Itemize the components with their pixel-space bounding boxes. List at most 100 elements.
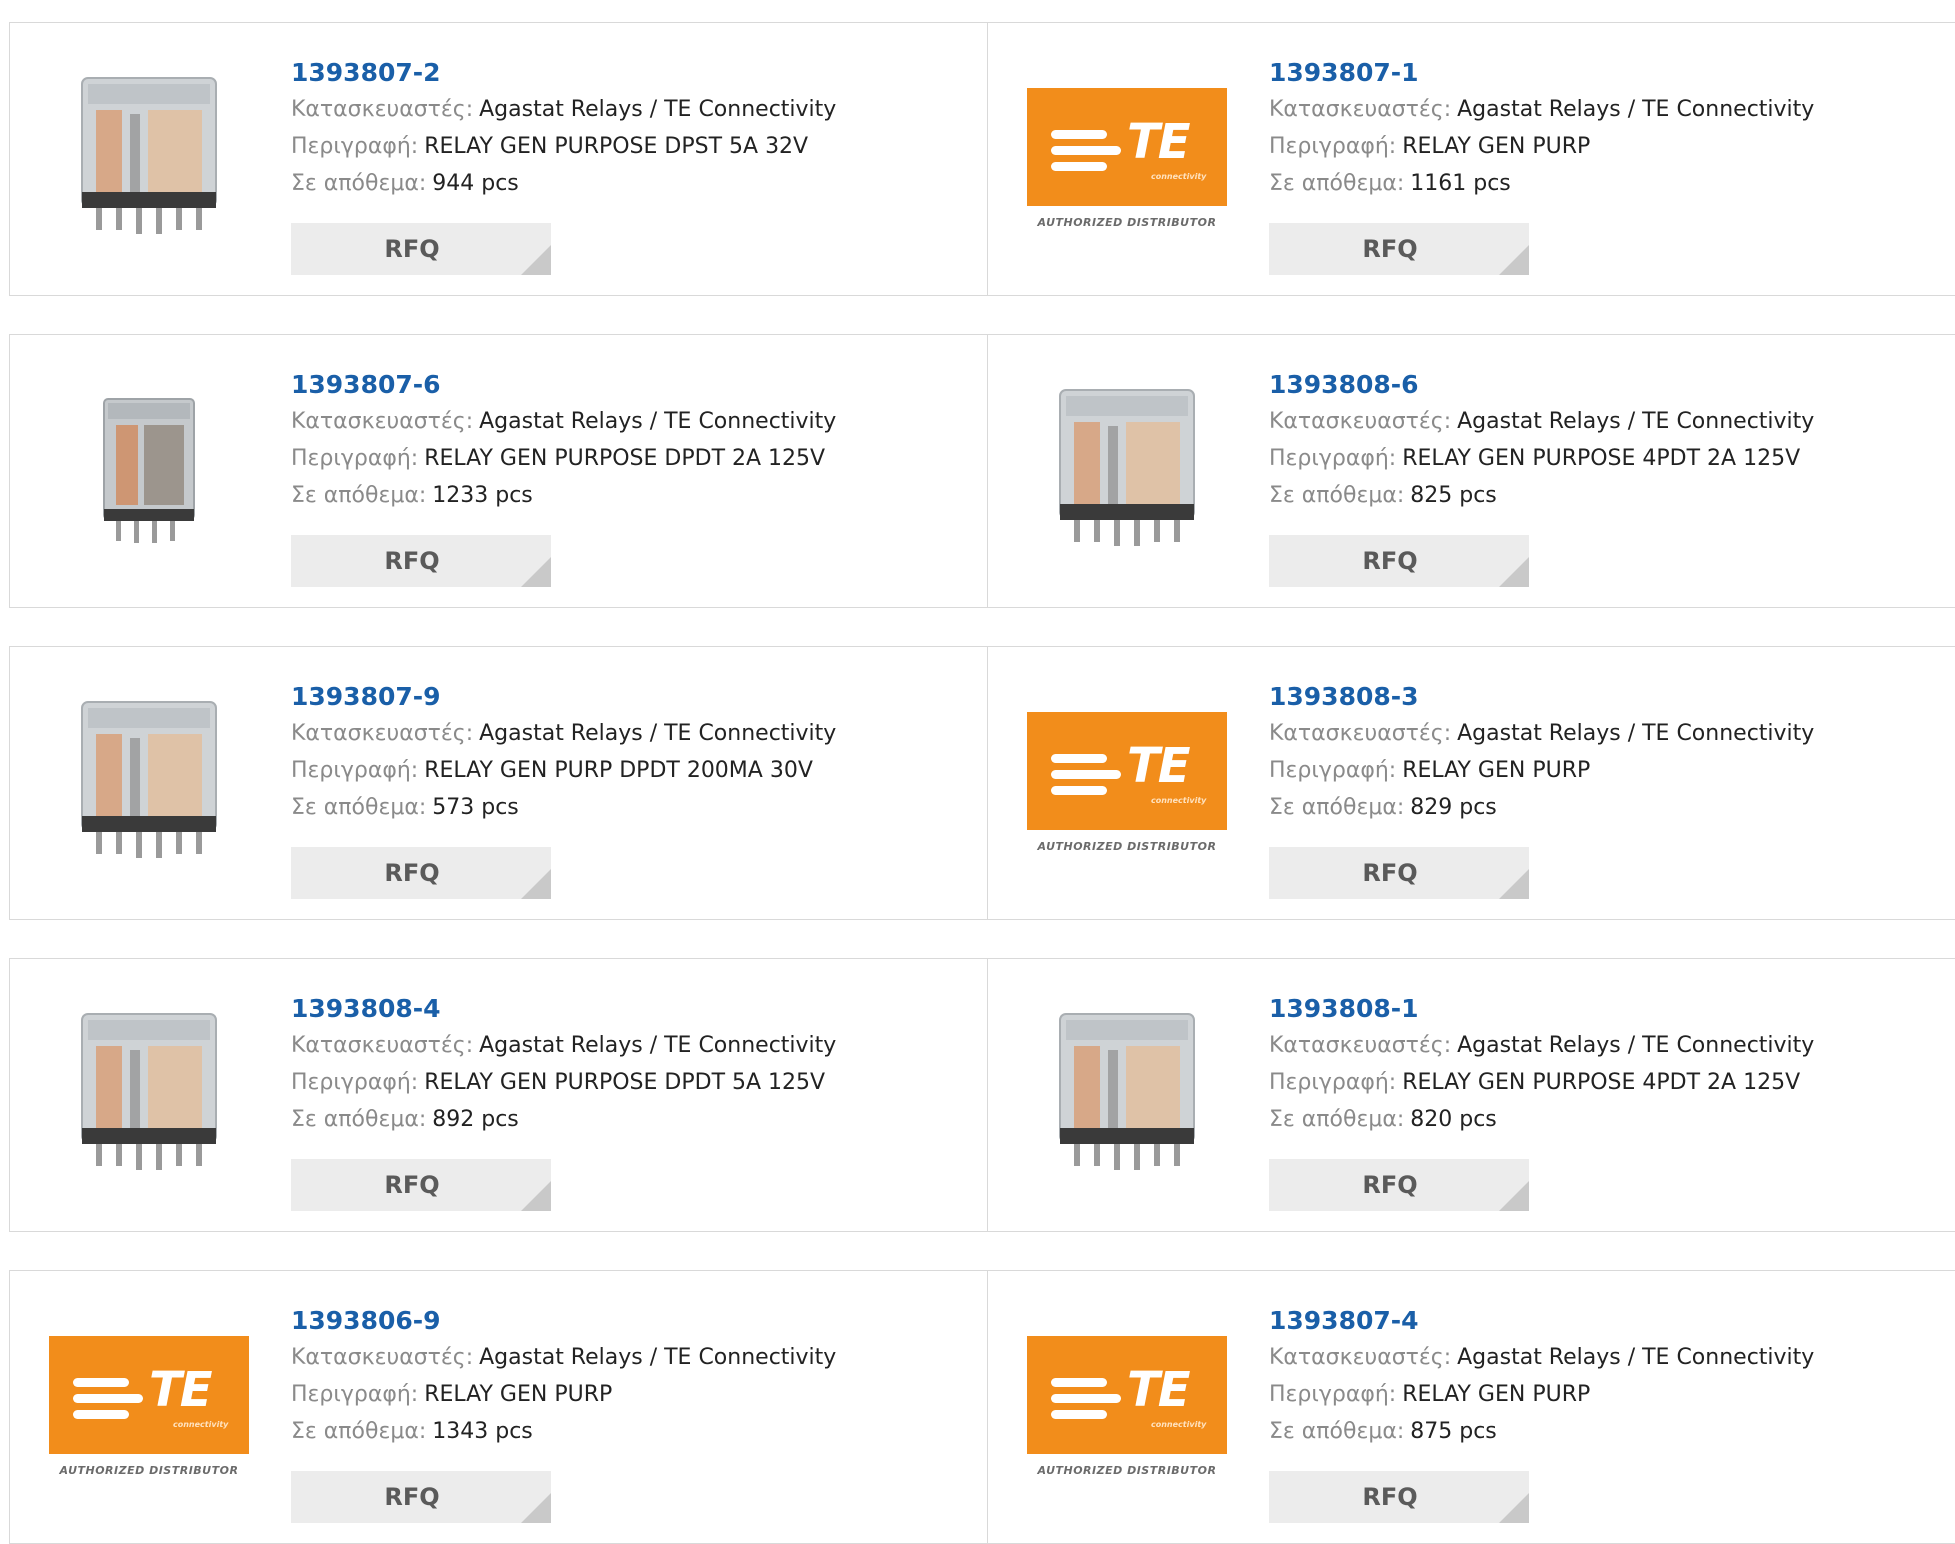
stock-label: Σε απόθεμα:: [291, 1419, 427, 1444]
stock-value: 892 pcs: [432, 1107, 519, 1132]
te-logo: TE connectivity AUTHORIZED DISTRIBUTOR: [1027, 1336, 1227, 1477]
product-card: TE connectivity AUTHORIZED DISTRIBUTOR 1…: [987, 647, 1955, 919]
manufacturer-value: Agastat Relays / TE Connectivity: [1457, 1033, 1815, 1058]
product-thumbnail[interactable]: [1027, 378, 1227, 563]
stock-value: 875 pcs: [1410, 1419, 1497, 1444]
manufacturer-value: Agastat Relays / TE Connectivity: [479, 97, 837, 122]
stock-value: 1233 pcs: [432, 483, 533, 508]
manufacturer-line: Κατασκευαστές: Agastat Relays / TE Connec…: [1269, 403, 1814, 440]
product-thumbnail[interactable]: [49, 378, 249, 563]
part-number-link[interactable]: 1393807-2: [291, 55, 836, 91]
manufacturer-value: Agastat Relays / TE Connectivity: [1457, 97, 1815, 122]
product-card: TE connectivity AUTHORIZED DISTRIBUTOR 1…: [987, 1271, 1955, 1543]
description-label: Περιγραφή:: [291, 134, 419, 159]
rfq-button[interactable]: RFQ: [291, 847, 551, 899]
description-line: Περιγραφή: RELAY GEN PURP: [1269, 128, 1814, 165]
rfq-button[interactable]: RFQ: [291, 1159, 551, 1211]
rfq-button[interactable]: RFQ: [291, 1471, 551, 1523]
te-logo: TE connectivity AUTHORIZED DISTRIBUTOR: [49, 1336, 249, 1477]
product-info: 1393808-3 Κατασκευαστές: Agastat Relays /…: [1269, 679, 1814, 826]
product-info: 1393807-4 Κατασκευαστές: Agastat Relays /…: [1269, 1303, 1814, 1450]
manufacturer-line: Κατασκευαστές: Agastat Relays / TE Connec…: [1269, 715, 1814, 752]
product-row: 1393807-6 Κατασκευαστές: Agastat Relays /…: [9, 334, 1955, 608]
product-info: 1393806-9 Κατασκευαστές: Agastat Relays /…: [291, 1303, 836, 1450]
te-logo-box: TE connectivity: [1027, 712, 1227, 830]
product-thumbnail[interactable]: [1027, 1002, 1227, 1187]
corner-triangle-icon: [521, 557, 551, 587]
stock-value: 820 pcs: [1410, 1107, 1497, 1132]
te-brand-text: TE: [1127, 1362, 1191, 1418]
rfq-button[interactable]: RFQ: [291, 223, 551, 275]
stock-label: Σε απόθεμα:: [291, 483, 427, 508]
description-value: RELAY GEN PURP: [1402, 758, 1591, 783]
product-thumbnail[interactable]: TE connectivity AUTHORIZED DISTRIBUTOR: [1027, 690, 1227, 875]
product-thumbnail[interactable]: TE connectivity AUTHORIZED DISTRIBUTOR: [49, 1314, 249, 1499]
corner-triangle-icon: [521, 869, 551, 899]
stock-line: Σε απόθεμα: 1161 pcs: [1269, 165, 1814, 202]
part-number-link[interactable]: 1393807-6: [291, 367, 836, 403]
part-number-link[interactable]: 1393807-1: [1269, 55, 1814, 91]
description-label: Περιγραφή:: [291, 758, 419, 783]
description-value: RELAY GEN PURP: [424, 1382, 613, 1407]
relay-icon: [81, 700, 217, 858]
description-value: RELAY GEN PURPOSE 4PDT 2A 125V: [1402, 1070, 1801, 1095]
stock-value: 573 pcs: [432, 795, 519, 820]
part-number-link[interactable]: 1393808-4: [291, 991, 836, 1027]
part-number-link[interactable]: 1393807-4: [1269, 1303, 1814, 1339]
corner-triangle-icon: [521, 1181, 551, 1211]
manufacturer-label: Κατασκευαστές:: [1269, 1033, 1452, 1058]
description-label: Περιγραφή:: [1269, 134, 1397, 159]
rfq-button[interactable]: RFQ: [1269, 223, 1529, 275]
te-brand-text: TE: [1127, 738, 1191, 794]
product-row: TE connectivity AUTHORIZED DISTRIBUTOR 1…: [9, 1270, 1955, 1544]
product-info: 1393808-4 Κατασκευαστές: Agastat Relays /…: [291, 991, 836, 1138]
description-value: RELAY GEN PURPOSE 4PDT 2A 125V: [1402, 446, 1801, 471]
manufacturer-line: Κατασκευαστές: Agastat Relays / TE Connec…: [1269, 1027, 1814, 1064]
product-thumbnail[interactable]: TE connectivity AUTHORIZED DISTRIBUTOR: [1027, 1314, 1227, 1499]
rfq-label: RFQ: [384, 1483, 440, 1511]
manufacturer-line: Κατασκευαστές: Agastat Relays / TE Connec…: [1269, 91, 1814, 128]
product-thumbnail[interactable]: [49, 690, 249, 875]
te-bars-icon: [1051, 130, 1121, 178]
manufacturer-value: Agastat Relays / TE Connectivity: [479, 721, 837, 746]
rfq-button[interactable]: RFQ: [1269, 1159, 1529, 1211]
rfq-button[interactable]: RFQ: [291, 535, 551, 587]
te-brand-text: TE: [1127, 114, 1191, 170]
rfq-button[interactable]: RFQ: [1269, 535, 1529, 587]
product-thumbnail[interactable]: TE connectivity AUTHORIZED DISTRIBUTOR: [1027, 66, 1227, 251]
part-number-link[interactable]: 1393808-1: [1269, 991, 1814, 1027]
manufacturer-line: Κατασκευαστές: Agastat Relays / TE Connec…: [1269, 1339, 1814, 1376]
product-row: 1393807-9 Κατασκευαστές: Agastat Relays /…: [9, 646, 1955, 920]
part-number-link[interactable]: 1393808-3: [1269, 679, 1814, 715]
manufacturer-value: Agastat Relays / TE Connectivity: [479, 1345, 837, 1370]
description-value: RELAY GEN PURP DPDT 200MA 30V: [424, 758, 813, 783]
description-label: Περιγραφή:: [291, 1070, 419, 1095]
product-thumbnail[interactable]: [49, 66, 249, 251]
manufacturer-label: Κατασκευαστές:: [1269, 1345, 1452, 1370]
rfq-label: RFQ: [384, 1171, 440, 1199]
manufacturer-label: Κατασκευαστές:: [291, 97, 474, 122]
description-label: Περιγραφή:: [1269, 1070, 1397, 1095]
manufacturer-line: Κατασκευαστές: Agastat Relays / TE Connec…: [291, 1027, 836, 1064]
description-value: RELAY GEN PURP: [1402, 134, 1591, 159]
manufacturer-value: Agastat Relays / TE Connectivity: [479, 1033, 837, 1058]
manufacturer-label: Κατασκευαστές:: [291, 409, 474, 434]
part-number-link[interactable]: 1393807-9: [291, 679, 836, 715]
te-bars-icon: [73, 1378, 143, 1426]
rfq-label: RFQ: [1362, 235, 1418, 263]
stock-line: Σε απόθεμα: 892 pcs: [291, 1101, 836, 1138]
part-number-link[interactable]: 1393808-6: [1269, 367, 1814, 403]
product-grid: 1393807-2 Κατασκευαστές: Agastat Relays /…: [0, 0, 1955, 1544]
te-logo-box: TE connectivity: [49, 1336, 249, 1454]
corner-triangle-icon: [1499, 245, 1529, 275]
part-number-link[interactable]: 1393806-9: [291, 1303, 836, 1339]
product-thumbnail[interactable]: [49, 1002, 249, 1187]
manufacturer-line: Κατασκευαστές: Agastat Relays / TE Connec…: [291, 91, 836, 128]
description-label: Περιγραφή:: [1269, 758, 1397, 783]
rfq-button[interactable]: RFQ: [1269, 847, 1529, 899]
stock-label: Σε απόθεμα:: [1269, 1107, 1405, 1132]
rfq-button[interactable]: RFQ: [1269, 1471, 1529, 1523]
manufacturer-label: Κατασκευαστές:: [1269, 721, 1452, 746]
description-label: Περιγραφή:: [291, 1382, 419, 1407]
te-logo: TE connectivity AUTHORIZED DISTRIBUTOR: [1027, 712, 1227, 853]
